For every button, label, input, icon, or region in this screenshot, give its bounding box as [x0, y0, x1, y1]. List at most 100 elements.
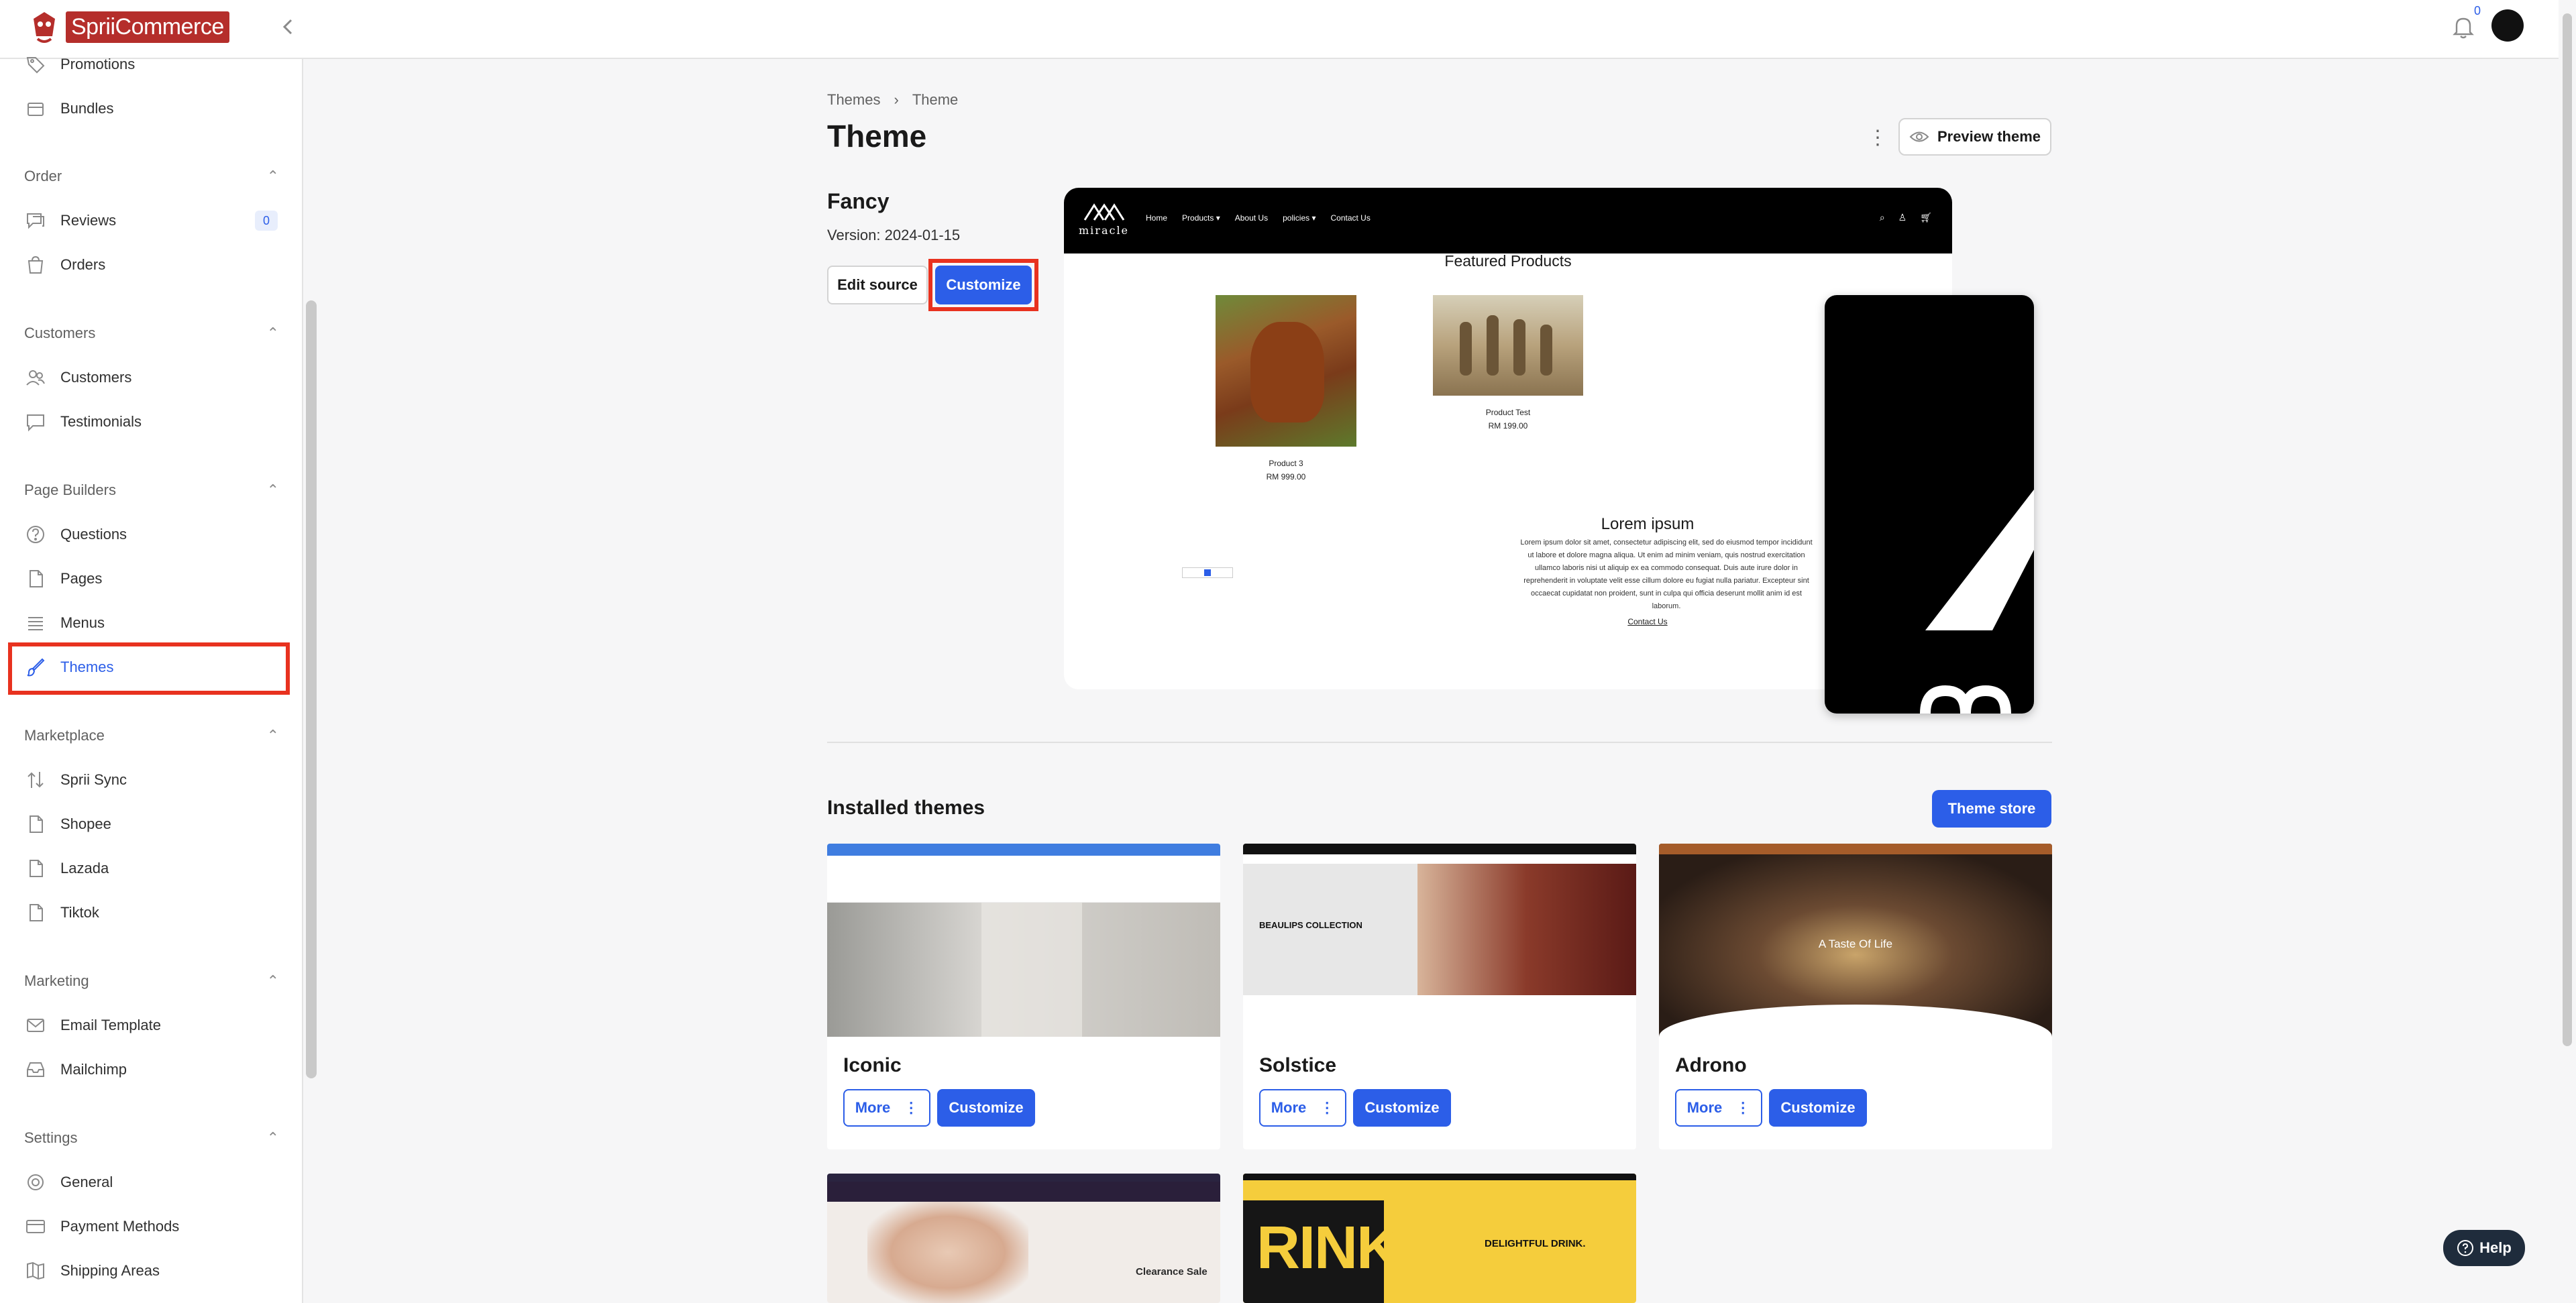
theme-card-solstice: BEAULIPS COLLECTION Solstice More ⋮ Custo… — [1243, 844, 1636, 1149]
product-price: RM 999.00 — [1266, 472, 1306, 481]
theme-thumbnail[interactable]: RINK DELIGHTFUL DRINK. — [1243, 1174, 1636, 1303]
product-name: Product Test — [1485, 408, 1531, 417]
theme-thumbnail[interactable]: A Taste Of Life — [1659, 844, 2052, 1037]
sidebar-item-menus[interactable]: Menus — [0, 602, 303, 644]
section-marketplace[interactable]: Marketplace ⌃ — [24, 722, 279, 749]
tag-icon — [24, 53, 47, 76]
theme-thumbnail[interactable]: Clearance Sale — [827, 1174, 1220, 1303]
chevron-up-icon: ⌃ — [266, 481, 279, 498]
breadcrumb-themes-link[interactable]: Themes — [827, 91, 880, 109]
sidebar-item-label: Reviews — [60, 212, 117, 229]
section-customers[interactable]: Customers ⌃ — [24, 320, 279, 347]
sidebar-item-label: Mailchimp — [60, 1061, 127, 1078]
customize-button[interactable]: Customize — [1353, 1089, 1451, 1127]
section-settings[interactable]: Settings ⌃ — [24, 1125, 279, 1151]
sidebar-item-reviews[interactable]: Reviews 0 — [0, 200, 303, 241]
section-order[interactable]: Order ⌃ — [24, 163, 279, 190]
preview-nav-icons: ⌕ ♙ 🛒︎ — [1880, 212, 1932, 223]
mobile-logo-graphic — [1920, 490, 2034, 714]
bell-icon — [2453, 17, 2474, 39]
customize-button[interactable]: Customize — [935, 266, 1032, 304]
main-scrollbar-thumb[interactable] — [2563, 13, 2572, 1046]
more-button[interactable]: More ⋮ — [1675, 1089, 1762, 1127]
help-button[interactable]: Help — [2443, 1230, 2525, 1266]
preview-nav-link: Contact Us — [1330, 213, 1371, 223]
customize-button[interactable]: Customize — [1769, 1089, 1867, 1127]
theme-card-4: Clearance Sale — [827, 1174, 1220, 1303]
sidebar-item-lazada[interactable]: Lazada — [0, 848, 303, 889]
notifications-button[interactable] — [2451, 13, 2475, 40]
edit-source-button[interactable]: Edit source — [827, 266, 928, 304]
sidebar-item-promotions[interactable]: Promotions — [0, 44, 303, 85]
sidebar-item-mailchimp[interactable]: Mailchimp — [0, 1049, 303, 1090]
current-theme-name: Fancy — [827, 189, 890, 213]
sidebar-item-sprii-sync[interactable]: Sprii Sync — [0, 759, 303, 801]
collapse-sidebar-button[interactable] — [276, 15, 301, 39]
product-test-image — [1433, 295, 1583, 396]
inbox-icon — [24, 1058, 47, 1081]
sidebar-item-orders[interactable]: Orders — [0, 244, 303, 286]
page-title: Theme — [827, 119, 927, 154]
preview-brand-logo: miracle — [1079, 201, 1129, 237]
cart-icon: 🛒︎ — [1920, 212, 1932, 223]
sidebar-item-general[interactable]: General — [0, 1162, 303, 1203]
preview-nav-link: About Us — [1234, 213, 1269, 223]
product-price: RM 199.00 — [1488, 421, 1528, 431]
theme-name: Adrono — [1675, 1054, 1747, 1076]
preview-nav-links: Home Products ▾ About Us policies ▾ Cont… — [1146, 213, 1371, 223]
theme-mobile-preview — [1825, 295, 2034, 714]
more-button[interactable]: More ⋮ — [1259, 1089, 1346, 1127]
section-title: Marketing — [24, 972, 89, 989]
menu-icon — [24, 612, 47, 634]
sidebar-item-testimonials[interactable]: Testimonials — [0, 401, 303, 443]
sidebar-item-customers[interactable]: Customers — [0, 357, 303, 398]
sidebar-item-shipping-areas[interactable]: Shipping Areas — [0, 1250, 303, 1292]
more-actions-icon[interactable]: ⋮ — [1868, 126, 1888, 150]
preview-nav-link: Products ▾ — [1182, 213, 1220, 223]
section-marketing[interactable]: Marketing ⌃ — [24, 968, 279, 995]
avatar[interactable] — [2491, 9, 2524, 42]
more-button[interactable]: More ⋮ — [843, 1089, 930, 1127]
preview-nav-link: policies ▾ — [1283, 213, 1316, 223]
file-icon — [24, 901, 47, 924]
brand-logo[interactable]: SpriiCommerce — [28, 9, 229, 44]
theme-desktop-preview: miracle Home Products ▾ About Us policie… — [1064, 188, 1952, 689]
sidebar-item-questions[interactable]: Questions — [0, 514, 303, 555]
sidebar-item-label: Shipping Areas — [60, 1262, 160, 1279]
user-icon: ♙ — [1898, 212, 1907, 223]
section-title: Order — [24, 168, 62, 184]
sidebar-item-shopee[interactable]: Shopee — [0, 803, 303, 845]
sidebar-item-label: Payment Methods — [60, 1218, 180, 1235]
theme-card-iconic: Iconic More ⋮ Customize — [827, 844, 1220, 1149]
product-test-caption: Product Test RM 199.00 — [1433, 408, 1583, 431]
theme-store-button[interactable]: Theme store — [1932, 790, 2051, 828]
file-icon — [24, 857, 47, 880]
featured-products-title: Featured Products — [1444, 252, 1572, 270]
sidebar-item-pages[interactable]: Pages — [0, 558, 303, 600]
sidebar-item-label: Orders — [60, 256, 106, 273]
sidebar-item-tiktok[interactable]: Tiktok — [0, 892, 303, 933]
theme-card-5: RINK DELIGHTFUL DRINK. — [1243, 1174, 1636, 1303]
breadcrumb-current: Theme — [912, 91, 959, 108]
section-title: Settings — [24, 1129, 78, 1146]
main-scrollbar[interactable] — [2559, 0, 2576, 1303]
sidebar-item-bundles[interactable]: Bundles — [0, 88, 303, 129]
top-bar: SpriiCommerce 0 — [0, 0, 2576, 59]
chevron-up-icon: ⌃ — [266, 972, 279, 989]
preview-theme-button[interactable]: Preview theme — [1898, 118, 2051, 156]
theme-thumbnail[interactable] — [827, 844, 1220, 1037]
customize-button[interactable]: Customize — [937, 1089, 1035, 1127]
kebab-icon: ⋮ — [904, 1099, 919, 1116]
theme-thumbnail[interactable]: BEAULIPS COLLECTION — [1243, 844, 1636, 1037]
chevron-right-icon: › — [894, 91, 899, 108]
theme-name: Solstice — [1259, 1054, 1337, 1076]
sidebar-item-payment-methods[interactable]: Payment Methods — [0, 1206, 303, 1247]
section-page-builders[interactable]: Page Builders ⌃ — [24, 477, 279, 504]
sidebar-scrollbar-thumb[interactable] — [306, 300, 317, 1078]
sidebar-item-email-template[interactable]: Email Template — [0, 1005, 303, 1046]
sidebar-item-label: Tiktok — [60, 904, 99, 921]
more-label: More — [855, 1099, 891, 1116]
search-icon: ⌕ — [1879, 212, 1885, 223]
kebab-icon: ⋮ — [1735, 1099, 1751, 1116]
product-name: Product 3 — [1269, 459, 1303, 468]
